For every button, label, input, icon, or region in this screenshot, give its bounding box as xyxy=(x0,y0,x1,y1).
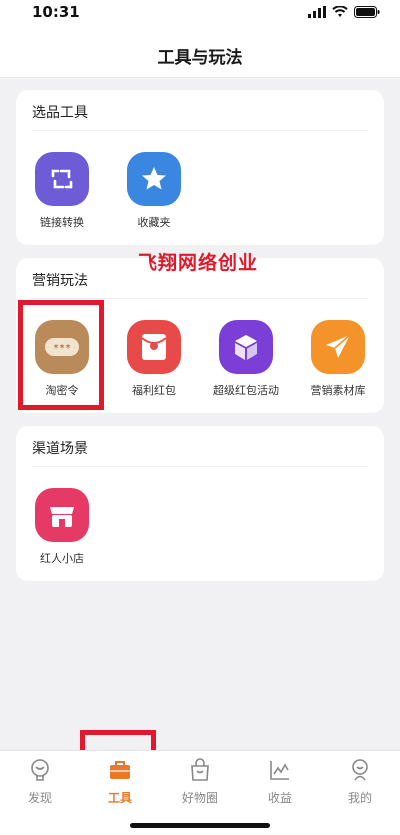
nav-bar: 工具与玩法 xyxy=(0,26,400,78)
tab-discover[interactable]: 发现 xyxy=(0,757,80,806)
tool-influencer-shop[interactable]: 红人小店 xyxy=(22,488,102,566)
red-envelope-icon xyxy=(127,320,181,374)
tool-label: 营销素材库 xyxy=(310,384,366,397)
toolbox-icon xyxy=(80,757,160,783)
tab-earnings[interactable]: 收益 xyxy=(240,757,320,806)
section-title: 选品工具 xyxy=(32,105,88,121)
battery-icon xyxy=(354,6,380,18)
tab-tools[interactable]: 工具 xyxy=(80,757,160,806)
star-icon xyxy=(127,152,181,206)
status-bar: 10:31 xyxy=(0,0,400,26)
shopping-bag-icon xyxy=(160,757,240,783)
chart-icon xyxy=(240,757,320,783)
tool-label: 超级红包活动 xyxy=(213,384,279,397)
wifi-icon xyxy=(332,6,348,17)
divider xyxy=(32,466,368,467)
tab-label: 我的 xyxy=(347,791,372,805)
tab-label: 发现 xyxy=(27,791,52,805)
profile-icon xyxy=(320,757,400,783)
home-indicator xyxy=(130,823,270,828)
tool-favorites[interactable]: 收藏夹 xyxy=(114,152,194,230)
highlight-box-tao-password xyxy=(18,300,104,410)
tool-marketing-materials[interactable]: 营销素材库 xyxy=(298,320,378,398)
tool-label: 福利红包 xyxy=(132,384,176,397)
tab-label: 好物圈 xyxy=(181,791,218,805)
status-time: 10:31 xyxy=(32,3,80,21)
cube-icon xyxy=(219,320,273,374)
link-convert-icon xyxy=(35,152,89,206)
tool-label: 链接转换 xyxy=(40,216,84,229)
tab-label: 工具 xyxy=(107,791,132,805)
tool-label: 红人小店 xyxy=(40,552,84,565)
page-title: 工具与玩法 xyxy=(157,48,243,68)
tab-good-stuff[interactable]: 好物圈 xyxy=(160,757,240,806)
section-product-tools: 选品工具 链接转换 收藏夹 xyxy=(16,90,384,245)
watermark-text: 飞翔网络创业 xyxy=(138,252,259,274)
section-title: 渠道场景 xyxy=(32,441,88,457)
section-channel-scenes: 渠道场景 红人小店 xyxy=(16,426,384,581)
paper-plane-icon xyxy=(311,320,365,374)
tab-mine[interactable]: 我的 xyxy=(320,757,400,806)
tool-link-convert[interactable]: 链接转换 xyxy=(22,152,102,230)
tool-super-red-envelope[interactable]: 超级红包活动 xyxy=(206,320,286,398)
status-icons xyxy=(308,6,380,18)
shop-icon xyxy=(35,488,89,542)
divider xyxy=(32,130,368,131)
discover-icon xyxy=(0,757,80,783)
divider xyxy=(32,298,368,299)
tab-label: 收益 xyxy=(267,791,292,805)
tool-label: 收藏夹 xyxy=(137,216,171,229)
signal-icon xyxy=(308,6,326,18)
tool-welfare-red-envelope[interactable]: 福利红包 xyxy=(114,320,194,398)
section-title: 营销玩法 xyxy=(32,273,88,289)
